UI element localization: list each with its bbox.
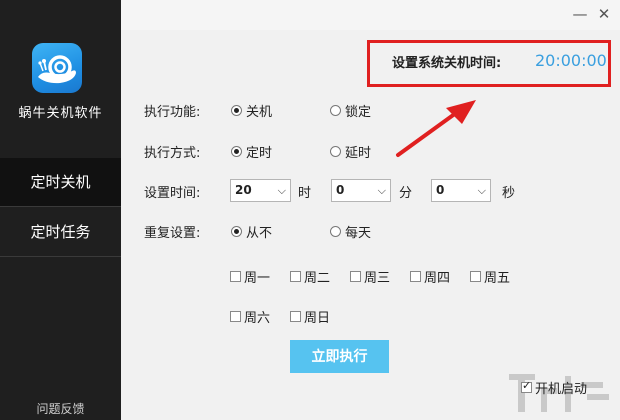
checkbox-monday-label: 周一 — [244, 271, 271, 286]
title-bar: — ✕ — [121, 0, 620, 30]
radio-dot-icon — [231, 226, 242, 237]
snail-logo-icon — [32, 43, 82, 93]
function-label: 执行功能: — [144, 105, 201, 120]
checkbox-icon — [230, 311, 241, 322]
checkbox-wednesday-label: 周三 — [364, 271, 391, 286]
execute-now-button[interactable]: 立即执行 — [290, 340, 389, 373]
radio-timed[interactable]: 定时 — [231, 142, 272, 161]
minute-value: 0 — [336, 183, 345, 197]
sidebar-item-scheduled-task[interactable]: 定时任务 — [0, 208, 121, 256]
hour-select[interactable]: 20 ⌵ — [230, 179, 291, 202]
radio-delay-label: 延时 — [345, 146, 372, 161]
shutdown-time-value: 20:00:00 — [535, 51, 607, 70]
second-select[interactable]: 0 ⌵ — [431, 179, 491, 202]
radio-lock-label: 锁定 — [345, 105, 372, 120]
radio-dot-icon — [330, 105, 341, 116]
checkbox-icon — [290, 311, 301, 322]
checkbox-tuesday[interactable]: 周二 — [290, 267, 330, 286]
checkbox-sunday-label: 周日 — [304, 311, 331, 326]
checkbox-autostart-label: 开机启动 — [535, 382, 588, 397]
chevron-down-icon: ⌵ — [477, 184, 486, 197]
radio-never-label: 从不 — [246, 226, 273, 241]
mode-label: 执行方式: — [144, 146, 201, 161]
sidebar-item-scheduled-shutdown[interactable]: 定时关机 — [0, 158, 121, 206]
checkbox-tuesday-label: 周二 — [304, 271, 331, 286]
radio-timed-label: 定时 — [246, 146, 273, 161]
checkbox-icon — [521, 379, 532, 393]
radio-dot-icon — [330, 226, 341, 237]
sidebar: 蜗牛关机软件 定时关机 定时任务 问题反馈 — [0, 0, 121, 420]
hour-unit: 时 — [298, 186, 312, 201]
chevron-down-icon: ⌵ — [377, 184, 386, 197]
checkbox-thursday-label: 周四 — [424, 271, 451, 286]
checkbox-thursday[interactable]: 周四 — [410, 267, 450, 286]
checkbox-saturday-label: 周六 — [244, 311, 271, 326]
checkbox-friday-label: 周五 — [484, 271, 511, 286]
checkbox-monday[interactable]: 周一 — [230, 267, 270, 286]
app-name: 蜗牛关机软件 — [18, 106, 103, 121]
sidebar-divider — [0, 206, 121, 207]
checkbox-sunday[interactable]: 周日 — [290, 307, 330, 326]
checkbox-icon — [410, 271, 421, 282]
minute-unit: 分 — [399, 186, 413, 201]
feedback-link[interactable]: 问题反馈 — [0, 400, 121, 417]
second-value: 0 — [436, 183, 445, 197]
checkbox-saturday[interactable]: 周六 — [230, 307, 270, 326]
checkbox-icon — [350, 271, 361, 282]
chevron-down-icon: ⌵ — [277, 184, 286, 197]
radio-never[interactable]: 从不 — [231, 222, 272, 241]
checkbox-icon — [230, 271, 241, 282]
radio-shutdown[interactable]: 关机 — [231, 101, 272, 120]
radio-daily-label: 每天 — [345, 226, 372, 241]
minute-select[interactable]: 0 ⌵ — [331, 179, 391, 202]
repeat-label: 重复设置: — [144, 226, 201, 241]
checkbox-autostart[interactable]: 开机启动 — [521, 378, 587, 397]
second-unit: 秒 — [502, 186, 516, 201]
sidebar-divider — [0, 256, 121, 257]
radio-dot-icon — [231, 146, 242, 157]
minimize-button[interactable]: — — [570, 4, 590, 24]
radio-delay[interactable]: 延时 — [330, 142, 371, 161]
hour-value: 20 — [235, 183, 252, 197]
radio-daily[interactable]: 每天 — [330, 222, 371, 241]
checkbox-icon — [290, 271, 301, 282]
radio-dot-icon — [231, 105, 242, 116]
shutdown-time-label: 设置系统关机时间: — [392, 56, 502, 71]
radio-dot-icon — [330, 146, 341, 157]
checkbox-icon — [470, 271, 481, 282]
radio-lock[interactable]: 锁定 — [330, 101, 371, 120]
radio-shutdown-label: 关机 — [246, 105, 273, 120]
time-label: 设置时间: — [144, 186, 201, 201]
checkbox-friday[interactable]: 周五 — [470, 267, 510, 286]
checkbox-wednesday[interactable]: 周三 — [350, 267, 390, 286]
close-button[interactable]: ✕ — [594, 4, 614, 24]
